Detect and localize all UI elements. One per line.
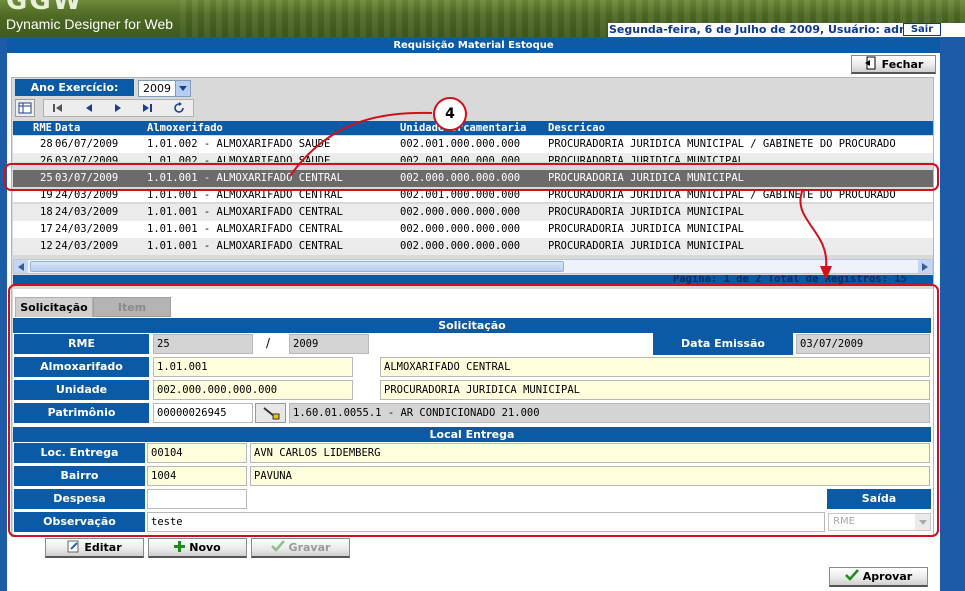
check-icon: [844, 569, 859, 584]
new-label: Novo: [189, 541, 221, 554]
save-button[interactable]: Gravar: [251, 538, 350, 558]
approve-label: Aprovar: [862, 570, 913, 583]
edit-icon: [67, 540, 80, 556]
edit-button[interactable]: Editar: [45, 538, 144, 558]
annotation-arrows: [289, 111, 832, 280]
plus-icon: [174, 540, 186, 555]
approve-button[interactable]: Aprovar: [829, 567, 928, 587]
check-icon: [270, 540, 285, 555]
annotation-marker: 4: [433, 97, 467, 131]
edit-label: Editar: [84, 541, 122, 554]
new-button[interactable]: Novo: [148, 538, 247, 558]
save-label: Gravar: [288, 541, 331, 554]
